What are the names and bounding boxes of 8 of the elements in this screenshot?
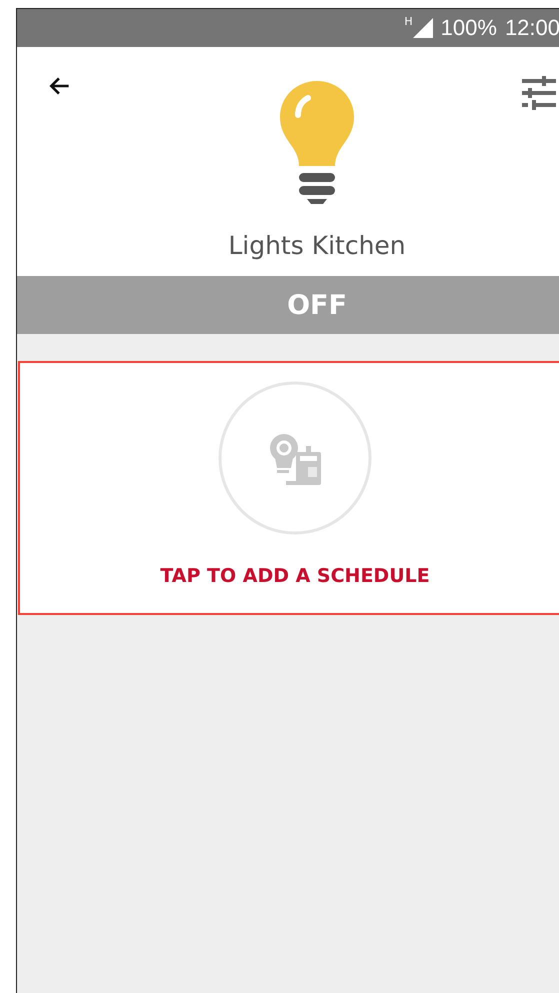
signal-icon: [412, 18, 433, 38]
settings-button[interactable]: [522, 76, 556, 110]
battery-level: 100%: [440, 15, 497, 41]
add-schedule-card[interactable]: TAP TO ADD A SCHEDULE: [18, 361, 559, 615]
schedule-icon: [218, 381, 372, 535]
device-name: Lights Kitchen: [228, 231, 406, 260]
network-type: H: [404, 15, 413, 28]
clock: 12:00: [504, 15, 559, 41]
